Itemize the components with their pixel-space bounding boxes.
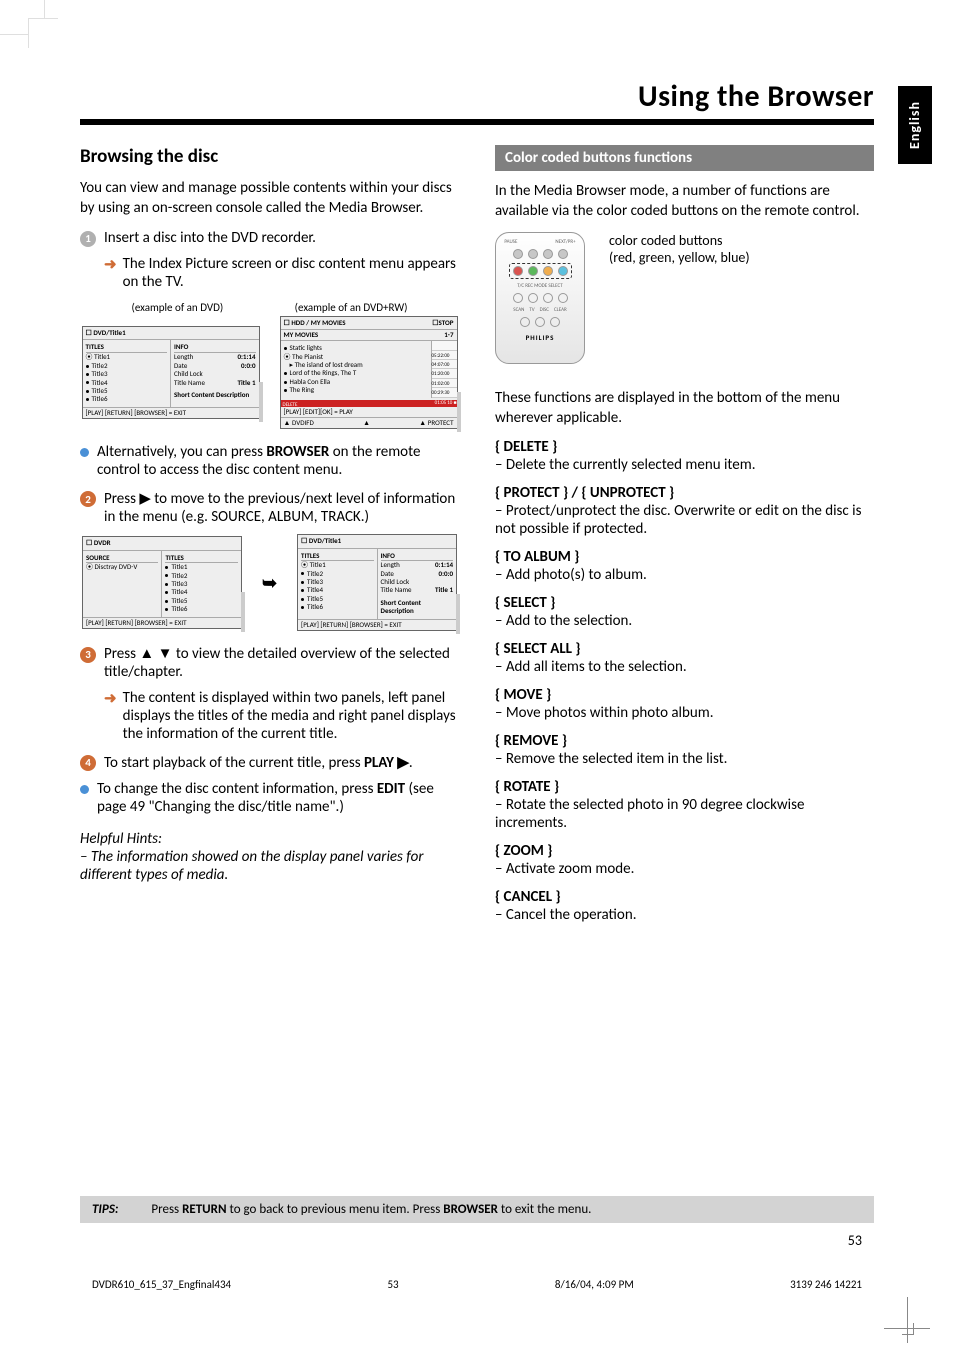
function-desc: – Move photos within photo album. [495,704,874,722]
tips-band: TIPS: Press RETURN to go back to previou… [80,1196,874,1223]
step-number-1: 1 [80,231,96,247]
osd-dvd: ☐ DVD/Title1 TITLES ⦿ Title1 Title2 Titl… [82,326,260,420]
function-label: { PROTECT } / { UNPROTECT } [495,484,874,502]
arrow-icon: ➜ [104,689,117,708]
caption-dvd: (example of an DVD) [131,301,223,314]
function-desc: – Protect/unprotect the disc. Overwrite … [495,502,874,538]
step-number-4: 4 [80,755,96,771]
footer-partno: 3139 246 14221 [790,1278,862,1291]
page-title: Using the Browser [80,78,874,115]
edit-bullet-text: To change the disc content information, … [97,780,459,816]
function-desc: – Add all items to the selection. [495,658,874,676]
step-4-text: To start playback of the current title, … [104,753,459,772]
function-item: { ZOOM }– Activate zoom mode. [495,842,874,878]
remote-illustration: PAUSENEXT/PR+ T/C REC MODE SELECT SCANTV… [495,232,585,364]
function-desc: – Activate zoom mode. [495,860,874,878]
page-header: Using the Browser [80,78,874,125]
step-number-3: 3 [80,647,96,663]
intro-text: You can view and manage possible content… [80,178,459,219]
language-tab: English [898,86,932,164]
section-title-browsing: Browsing the disc [80,145,459,168]
transition-arrow-icon: ➥ [262,572,277,594]
color-coded-intro: In the Media Browser mode, a number of f… [495,181,874,222]
function-desc: – Rotate the selected photo in 90 degree… [495,796,874,832]
footer-page: 53 [387,1278,398,1291]
function-label: { DELETE } [495,438,874,456]
step-1-text: Insert a disc into the DVD recorder. [104,229,459,247]
tips-text: Press RETURN to go back to previous menu… [151,1202,591,1217]
osd-dvdrw: ☐ HDD / MY MOVIES☐STOP MY MOVIES1-7 Stat… [280,316,458,430]
function-label: { SELECT ALL } [495,640,874,658]
tips-label: TIPS: [92,1202,118,1217]
function-desc: – Add to the selection. [495,612,874,630]
osd-titles-info: ☐ DVD/Title1 TITLES ⦿ Title1 Title2 Titl… [297,534,457,631]
function-label: { CANCEL } [495,888,874,906]
caption-dvdrw: (example of an DVD+RW) [295,301,408,314]
bullet-icon [80,785,89,794]
function-item: { SELECT ALL }– Add all items to the sel… [495,640,874,676]
function-label: { ROTATE } [495,778,874,796]
function-item: { REMOVE }– Remove the selected item in … [495,732,874,768]
color-coded-band: Color coded buttons functions [495,145,874,171]
footer-timestamp: 8/16/04, 4:09 PM [555,1278,634,1291]
function-item: { PROTECT } / { UNPROTECT }– Protect/unp… [495,484,874,538]
step-3-result: The content is displayed within two pane… [123,689,459,743]
helpful-hints: Helpful Hints: – The information showed … [80,830,459,884]
function-item: { CANCEL }– Cancel the operation. [495,888,874,924]
arrow-icon: ➜ [104,255,117,274]
remote-caption-2: (red, green, yellow, blue) [609,249,750,266]
remote-caption-1: color coded buttons [609,232,750,249]
step-2-text: Press ▶ to move to the previous/next lev… [104,489,459,526]
alt-bullet-text: Alternatively, you can press BROWSER on … [97,443,459,479]
function-label: { TO ALBUM } [495,548,874,566]
function-item: { MOVE }– Move photos within photo album… [495,686,874,722]
function-item: { SELECT }– Add to the selection. [495,594,874,630]
osd-source: ☐ DVDR SOURCE ⦿ Disctray DVD-V TITLES Ti… [82,536,242,629]
function-label: { MOVE } [495,686,874,704]
footer-meta: DVDR610_615_37_Engfinal434 53 8/16/04, 4… [92,1278,862,1291]
function-desc: – Cancel the operation. [495,906,874,924]
function-desc: – Add photo(s) to album. [495,566,874,584]
step-1-result: The Index Picture screen or disc content… [123,255,459,291]
function-item: { ROTATE }– Rotate the selected photo in… [495,778,874,832]
function-desc: – Remove the selected item in the list. [495,750,874,768]
function-label: { REMOVE } [495,732,874,750]
step-number-2: 2 [80,491,96,507]
functions-mid-text: These functions are displayed in the bot… [495,388,874,429]
bullet-icon [80,448,89,457]
function-item: { DELETE }– Delete the currently selecte… [495,438,874,474]
function-desc: – Delete the currently selected menu ite… [495,456,874,474]
function-item: { TO ALBUM }– Add photo(s) to album. [495,548,874,584]
footer-doc-id: DVDR610_615_37_Engfinal434 [92,1278,231,1291]
page-number: 53 [848,1232,862,1249]
function-label: { SELECT } [495,594,874,612]
function-label: { ZOOM } [495,842,874,860]
step-3-text: Press ▲ ▼ to view the detailed overview … [104,645,459,681]
